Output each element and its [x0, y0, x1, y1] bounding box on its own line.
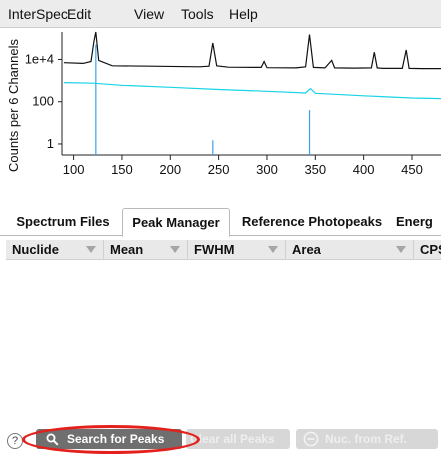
tab-spectrum-files[interactable]: Spectrum Files	[6, 208, 120, 236]
tab-bar: Spectrum Files Peak Manager Reference Ph…	[0, 208, 441, 237]
peak-manager-toolbar: ? Search for Peaks Clear all Peaks Nuc. …	[0, 425, 441, 455]
menu-interspec[interactable]: InterSpec	[8, 6, 68, 22]
column-header-area[interactable]: Area	[286, 240, 414, 260]
column-label: Mean	[110, 242, 144, 257]
x-tick-label: 200	[159, 162, 181, 177]
y-axis-label: Counts per 6 Channels	[6, 39, 21, 172]
menu-tools[interactable]: Tools	[181, 6, 214, 22]
sort-icon[interactable]	[170, 246, 180, 253]
tab-peak-manager[interactable]: Peak Manager	[122, 208, 230, 237]
column-header-nuclide[interactable]: Nuclide	[6, 240, 104, 260]
tab-reference-photopeaks[interactable]: Reference Photopeaks	[234, 208, 390, 236]
spectrum-chart-svg[interactable]: Counts per 6 Channels 1 100 1e+4 100 150 200 25…	[0, 28, 441, 188]
tab-energy[interactable]: Energ	[396, 208, 441, 236]
nuc-from-ref-button[interactable]: Nuc. from Ref.	[296, 429, 438, 449]
menu-edit[interactable]: Edit	[67, 6, 91, 22]
menu-view[interactable]: View	[134, 6, 164, 22]
x-tick-label: 400	[353, 162, 375, 177]
y-tick-label: 100	[32, 94, 54, 109]
menu-help[interactable]: Help	[229, 6, 258, 22]
clear-all-peaks-button[interactable]: Clear all Peaks	[186, 429, 290, 449]
peak-table-header: Nuclide Mean FWHM Area CPS	[6, 240, 441, 260]
x-tick-label: 350	[304, 162, 326, 177]
column-label: Area	[292, 242, 321, 257]
column-header-cps[interactable]: CPS	[414, 240, 441, 260]
spectrum-chart[interactable]: Counts per 6 Channels 1 100 1e+4 100 150 200 25…	[0, 28, 441, 188]
nuc-from-ref-label: Nuc. from Ref.	[325, 432, 408, 446]
x-tick-label: 150	[111, 162, 133, 177]
background-line	[63, 82, 441, 100]
x-tick-label: 450	[401, 162, 423, 177]
x-tick-label: 100	[63, 162, 85, 177]
x-tick-label: 250	[208, 162, 230, 177]
search-for-peaks-button[interactable]: Search for Peaks	[36, 429, 182, 449]
spectrum-line	[63, 31, 441, 70]
help-icon[interactable]: ?	[7, 433, 23, 449]
column-header-fwhm[interactable]: FWHM	[188, 240, 286, 260]
y-tick-label: 1e+4	[25, 51, 54, 66]
search-icon	[46, 433, 59, 446]
y-tick-label: 1	[47, 136, 54, 151]
sort-icon[interactable]	[86, 246, 96, 253]
sort-icon[interactable]	[268, 246, 278, 253]
minus-circle-icon	[303, 431, 319, 447]
column-label: FWHM	[194, 242, 235, 257]
clear-all-peaks-label: Clear all Peaks	[190, 432, 275, 446]
x-tick-label: 300	[256, 162, 278, 177]
column-label: CPS	[420, 242, 441, 257]
column-header-mean[interactable]: Mean	[104, 240, 188, 260]
search-for-peaks-label: Search for Peaks	[67, 432, 165, 446]
column-label: Nuclide	[12, 242, 59, 257]
menu-bar: InterSpec Edit View Tools Help	[0, 0, 441, 28]
sort-icon[interactable]	[396, 246, 406, 253]
